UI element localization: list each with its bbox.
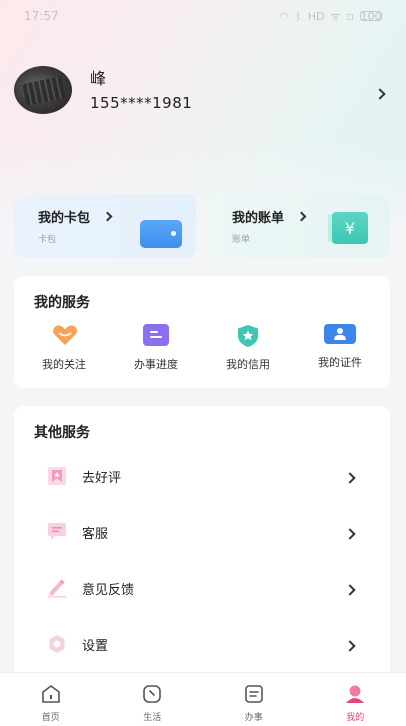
chevron-right-icon — [344, 523, 356, 542]
my-services-title: 我的服务 — [34, 295, 90, 311]
bottom-tab-bar: 首页 生活 办事 我的 — [0, 672, 406, 726]
chevron-right-icon — [344, 579, 356, 598]
user-name: 峰 — [90, 69, 107, 88]
tasks-icon — [243, 683, 265, 705]
service-credit-label: 我的信用 — [226, 358, 270, 371]
life-icon — [141, 683, 163, 705]
service-follow-label: 我的关注 — [42, 358, 86, 371]
list-item-review-label: 去好评 — [82, 470, 122, 486]
status-bar: 17:57 ◠ ᛒ HD ᯤ ▫ 100 — [0, 0, 406, 32]
pen-icon — [46, 578, 68, 598]
other-services-list: 去好评 客服 意见反馈 设置 — [14, 448, 390, 672]
list-item-feedback[interactable]: 意见反馈 — [14, 560, 390, 616]
tab-home-label: 首页 — [41, 713, 60, 723]
wallet-icon — [140, 215, 182, 248]
my-services-card: 我的服务 我的关注 办事进度 我的信用 我的证件 — [14, 276, 390, 388]
status-time: 17:57 — [24, 9, 59, 23]
progress-list-icon — [143, 324, 169, 346]
sim-icon: ▫ — [346, 9, 354, 23]
other-services-card: 其他服务 去好评 客服 意见反馈 设置 — [14, 406, 390, 690]
tab-profile[interactable]: 我的 — [320, 683, 390, 723]
chevron-right-icon — [344, 635, 356, 654]
list-item-review[interactable]: 去好评 — [14, 448, 390, 504]
profile-icon — [344, 683, 366, 705]
service-certificates-label: 我的证件 — [318, 356, 362, 369]
heart-icon — [52, 324, 77, 346]
service-credit[interactable]: 我的信用 — [206, 324, 290, 372]
service-progress[interactable]: 办事进度 — [114, 324, 198, 372]
id-card-icon — [324, 324, 356, 344]
card-bill-title: 我的账单 — [232, 211, 285, 226]
star-bookmark-icon — [46, 466, 68, 486]
service-progress-label: 办事进度 — [134, 358, 178, 371]
card-wallet[interactable]: 我的卡包 卡包 — [14, 194, 196, 258]
chevron-right-icon — [296, 211, 307, 222]
tab-profile-label: 我的 — [346, 713, 365, 723]
list-item-customer-service[interactable]: 客服 — [14, 504, 390, 560]
bluetooth-icon: ᛒ — [295, 9, 302, 23]
chat-bubble-icon — [46, 522, 68, 542]
quick-cards: 我的卡包 卡包 我的账单 账单 ¥ — [14, 194, 390, 258]
other-services-title: 其他服务 — [34, 425, 90, 441]
chevron-right-icon — [102, 211, 113, 222]
profile-info: 峰 155****1981 — [90, 68, 376, 112]
card-bill[interactable]: 我的账单 账单 ¥ — [208, 194, 390, 258]
hd-icon: HD — [307, 9, 325, 23]
tab-life-label: 生活 — [143, 713, 162, 723]
list-item-settings[interactable]: 设置 — [14, 616, 390, 672]
star-shield-icon — [235, 324, 261, 347]
avatar[interactable] — [14, 66, 72, 114]
yuan-bill-icon: ¥ — [332, 212, 368, 244]
signal-icon: ᯤ — [330, 9, 341, 23]
wifi-icon: ◠ — [279, 9, 290, 23]
battery-icon: 100 — [360, 9, 382, 23]
gear-icon — [46, 634, 68, 654]
list-item-settings-label: 设置 — [82, 638, 109, 654]
status-icons: ◠ ᛒ HD ᯤ ▫ 100 — [280, 9, 382, 24]
service-certificates[interactable]: 我的证件 — [298, 324, 382, 372]
user-phone: 155****1981 — [90, 94, 193, 112]
home-icon — [40, 683, 62, 705]
chevron-right-icon — [344, 467, 356, 486]
my-services-grid: 我的关注 办事进度 我的信用 我的证件 — [14, 324, 390, 372]
profile-header[interactable]: 峰 155****1981 — [14, 66, 394, 114]
chevron-right-icon[interactable] — [374, 83, 390, 100]
service-follow[interactable]: 我的关注 — [22, 324, 106, 372]
list-item-feedback-label: 意见反馈 — [82, 582, 135, 598]
tab-life[interactable]: 生活 — [117, 683, 187, 723]
list-item-customer-service-label: 客服 — [82, 526, 109, 542]
tab-tasks[interactable]: 办事 — [219, 683, 289, 723]
tab-home[interactable]: 首页 — [16, 683, 86, 723]
card-wallet-title: 我的卡包 — [38, 211, 91, 226]
tab-tasks-label: 办事 — [244, 713, 263, 723]
